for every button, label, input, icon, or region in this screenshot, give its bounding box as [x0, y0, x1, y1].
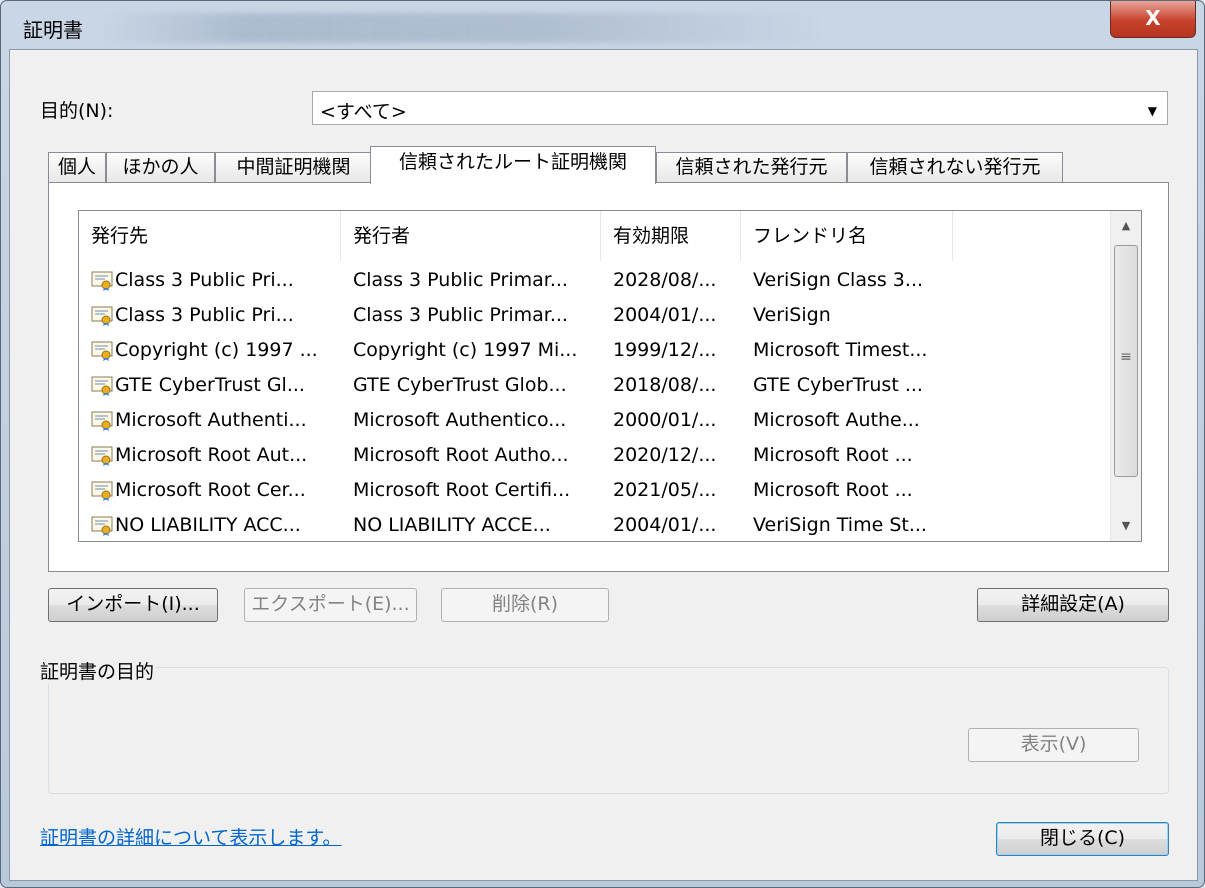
table-cell: GTE CyberTrust ... — [753, 374, 923, 396]
table-row[interactable]: Class 3 Public Pri... Class 3 Public Prim… — [79, 263, 1111, 298]
table-row[interactable]: Microsoft Root Aut... Microsoft Root Auth… — [79, 438, 1111, 473]
table-cell: Class 3 Public Primar... — [353, 304, 568, 326]
tab-untrusted-publishers[interactable]: 信頼されない発行元 — [847, 152, 1063, 182]
table-cell: Microsoft Root ... — [753, 479, 913, 501]
certificate-icon — [91, 446, 113, 466]
scroll-down-icon[interactable]: ▼ — [1111, 511, 1141, 541]
table-row[interactable]: GTE CyberTrust Gl... GTE CyberTrust Glob.… — [79, 368, 1111, 403]
table-cell: Microsoft Root Autho... — [353, 444, 569, 466]
table-cell: NO LIABILITY ACC... — [115, 514, 301, 536]
table-cell: Class 3 Public Pri... — [115, 304, 294, 326]
purpose-dropdown[interactable]: <すべて> ▼ — [312, 91, 1168, 125]
tab-panel: 発行先 発行者 有効期限 フレンドリ名 Class 3 Public Pri..… — [48, 182, 1169, 572]
certificate-icon — [91, 271, 113, 291]
certificate-details-link[interactable]: 証明書の詳細について表示します。 — [40, 823, 342, 850]
table-cell: GTE CyberTrust Gl... — [115, 374, 305, 396]
import-button[interactable]: インポート(I)... — [48, 588, 218, 622]
certificate-dialog: 証明書 X 目的(N): <すべて> ▼ 個人 ほかの人 中間証明機関 信頼され… — [0, 0, 1205, 888]
certificate-list[interactable]: 発行先 発行者 有効期限 フレンドリ名 Class 3 Public Pri..… — [78, 210, 1142, 542]
window-title: 証明書 — [23, 18, 83, 42]
table-row[interactable]: Copyright (c) 1997 ... Copyright (c) 1997… — [79, 333, 1111, 368]
advanced-button[interactable]: 詳細設定(A) — [977, 588, 1169, 622]
table-cell: Microsoft Authe... — [753, 409, 920, 431]
column-header-issued-by[interactable]: 発行者 — [341, 211, 601, 261]
dialog-client-area: 目的(N): <すべて> ▼ 個人 ほかの人 中間証明機関 信頼されたルート証明… — [9, 49, 1198, 881]
tab-other-people[interactable]: ほかの人 — [106, 152, 215, 182]
tab-trusted-root-ca[interactable]: 信頼されたルート証明機関 — [370, 146, 656, 184]
certificate-icon — [91, 341, 113, 361]
table-cell: 2020/12/... — [613, 444, 717, 466]
table-row[interactable]: Class 3 Public Pri... Class 3 Public Prim… — [79, 298, 1111, 333]
certificate-icon — [91, 516, 113, 536]
table-cell: Class 3 Public Primar... — [353, 269, 568, 291]
close-window-button[interactable]: X — [1110, 1, 1196, 38]
scrollbar-thumb[interactable]: ≡ — [1114, 245, 1138, 477]
tab-intermediate-ca[interactable]: 中間証明機関 — [215, 152, 372, 182]
table-cell: 2021/05/... — [613, 479, 717, 501]
scroll-up-icon[interactable]: ▲ — [1111, 211, 1141, 241]
table-row[interactable]: NO LIABILITY ACC... NO LIABILITY ACCE... 2… — [79, 508, 1111, 541]
table-cell: NO LIABILITY ACCE... — [353, 514, 551, 536]
view-button[interactable]: 表示(V) — [968, 728, 1139, 762]
table-cell: 2028/08/... — [613, 269, 717, 291]
purpose-label: 目的(N): — [40, 100, 114, 122]
table-cell: Microsoft Authenti... — [115, 409, 307, 431]
table-cell: VeriSign Time St... — [753, 514, 927, 536]
grip-icon: ≡ — [1120, 349, 1132, 365]
tab-personal[interactable]: 個人 — [48, 152, 106, 182]
list-header: 発行先 発行者 有効期限 フレンドリ名 — [79, 211, 1111, 261]
certificate-icon — [91, 411, 113, 431]
certificate-icon — [91, 481, 113, 501]
certificate-purpose-label: 証明書の目的 — [38, 657, 157, 684]
column-header-friendly-name[interactable]: フレンドリ名 — [741, 211, 953, 261]
certificate-icon — [91, 306, 113, 326]
table-cell: 2000/01/... — [613, 409, 717, 431]
table-cell: GTE CyberTrust Glob... — [353, 374, 567, 396]
table-row[interactable]: Microsoft Root Cer... Microsoft Root Cert… — [79, 473, 1111, 508]
tab-trusted-publishers[interactable]: 信頼された発行元 — [656, 152, 847, 182]
column-header-expiration[interactable]: 有効期限 — [601, 211, 741, 261]
table-cell: Microsoft Authentico... — [353, 409, 567, 431]
certificate-icon — [91, 376, 113, 396]
table-cell: 2004/01/... — [613, 514, 717, 536]
table-cell: Microsoft Root Certifi... — [353, 479, 571, 501]
table-row[interactable]: Microsoft Authenti... Microsoft Authentic… — [79, 403, 1111, 438]
column-header-issued-to[interactable]: 発行先 — [79, 211, 341, 261]
delete-button[interactable]: 削除(R) — [441, 588, 609, 622]
table-cell: Copyright (c) 1997 ... — [115, 339, 318, 361]
table-cell: Microsoft Root Aut... — [115, 444, 308, 466]
dropdown-arrow-icon: ▼ — [1147, 104, 1157, 118]
close-button[interactable]: 閉じる(C) — [996, 822, 1169, 856]
table-cell: VeriSign Class 3... — [753, 269, 924, 291]
table-cell: Class 3 Public Pri... — [115, 269, 294, 291]
table-cell: 1999/12/... — [613, 339, 717, 361]
table-cell: Microsoft Timest... — [753, 339, 928, 361]
title-bar-background — [101, 13, 821, 43]
title-bar[interactable]: 証明書 X — [1, 1, 1204, 51]
table-cell: VeriSign — [753, 304, 831, 326]
table-cell: Microsoft Root ... — [753, 444, 913, 466]
vertical-scrollbar[interactable]: ▲ ≡ ▼ — [1110, 211, 1141, 541]
table-cell: 2004/01/... — [613, 304, 717, 326]
table-cell: Copyright (c) 1997 Mi... — [353, 339, 578, 361]
table-cell: 2018/08/... — [613, 374, 717, 396]
export-button[interactable]: エクスポート(E)... — [244, 588, 417, 622]
purpose-dropdown-value: <すべて> — [320, 101, 407, 123]
table-cell: Microsoft Root Cer... — [115, 479, 306, 501]
